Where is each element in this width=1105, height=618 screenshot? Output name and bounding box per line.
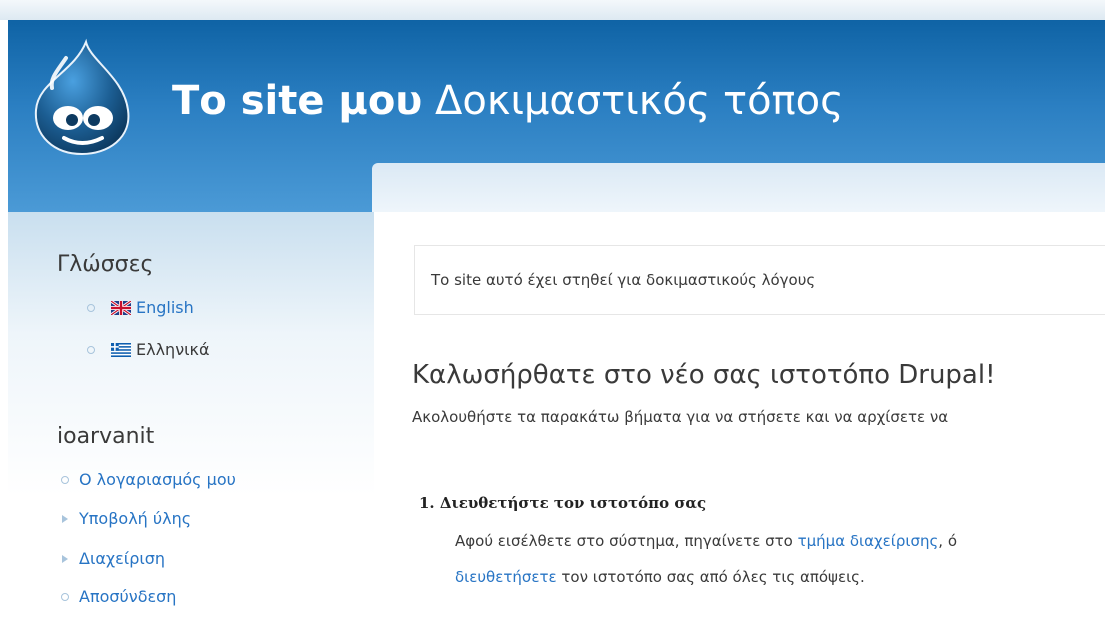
bullet-icon	[61, 475, 69, 484]
language-english-label[interactable]: English	[136, 298, 194, 317]
step-1-text-suffix: , ό	[938, 532, 957, 550]
user-block-title: ioarvanit	[57, 424, 155, 449]
language-english-link[interactable]: English	[87, 298, 194, 317]
languages-block-title: Γλώσσες	[57, 252, 154, 277]
menu-item-label[interactable]: Υποβολή ύλης	[79, 509, 191, 528]
menu-item-label[interactable]: Ο λογαριασμός μου	[79, 470, 236, 489]
configure-link[interactable]: διευθετήσετε	[455, 568, 557, 586]
menu-item-label[interactable]: Αποσύνδεση	[79, 587, 176, 606]
step-1-line-2: διευθετήσετε τον ιστοτόπο σας από όλες τ…	[455, 568, 865, 586]
welcome-subtitle: Ακολουθήστε τα παρακάτω βήματα για να στ…	[412, 408, 949, 426]
welcome-title: Καλωσήρθατε στο νέο σας ιστοτόπο Drupal!	[412, 360, 996, 390]
menu-item-create-content[interactable]: Υποβολή ύλης	[61, 509, 191, 528]
uk-flag-icon	[111, 300, 131, 315]
bullet-icon	[87, 303, 95, 312]
bullet-icon	[87, 345, 95, 354]
step-1-line-1: Αφού εισέλθετε στο σύστημα, πηγαίνετε στ…	[455, 532, 957, 550]
step-1-text: Αφού εισέλθετε στο σύστημα, πηγαίνετε στ…	[455, 532, 798, 550]
drupal-logo-icon[interactable]	[28, 38, 136, 156]
top-strip	[0, 0, 1105, 20]
menu-item-administer[interactable]: Διαχείριση	[61, 549, 165, 568]
menu-item-logout[interactable]: Αποσύνδεση	[61, 587, 176, 606]
menu-item-my-account[interactable]: Ο λογαριασμός μου	[61, 470, 236, 489]
site-slogan: Δοκιμαστικός τόπος	[435, 78, 844, 124]
language-greek-link[interactable]: Ελληνικά	[87, 340, 210, 359]
site-name[interactable]: Το site μου	[172, 78, 422, 124]
site-title[interactable]: Το site μου Δοκιμαστικός τόπος	[172, 78, 844, 124]
expand-arrow-icon	[62, 554, 68, 563]
bullet-icon	[61, 592, 69, 601]
menu-item-label[interactable]: Διαχείριση	[79, 549, 165, 568]
site-mission-box: Το site αυτό έχει στηθεί για δοκιμαστικο…	[414, 245, 1105, 315]
admin-section-link[interactable]: τμήμα διαχείρισης	[798, 532, 939, 550]
expand-arrow-icon	[62, 514, 68, 523]
content-header-tab	[372, 163, 1105, 218]
greek-flag-icon	[111, 342, 131, 357]
site-mission-text: Το site αυτό έχει στηθεί για δοκιμαστικο…	[431, 271, 816, 289]
step-1-heading: 1. Διευθετήστε τον ιστοτόπο σας	[419, 494, 707, 512]
step-1-text-2: τον ιστοτόπο σας από όλες τις απόψεις.	[556, 568, 865, 586]
language-greek-label[interactable]: Ελληνικά	[136, 340, 210, 359]
